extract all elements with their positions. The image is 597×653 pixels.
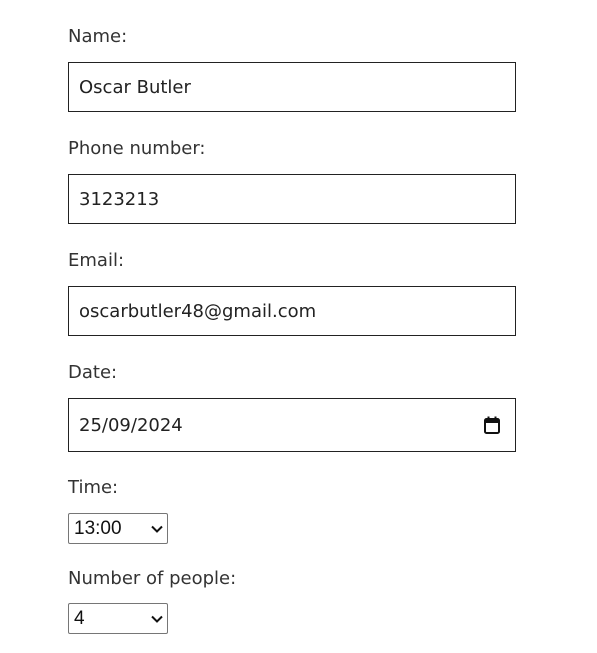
calendar-icon[interactable] (483, 415, 501, 435)
people-select[interactable]: 4 (68, 603, 168, 634)
name-input-value: Oscar Butler (79, 76, 191, 98)
time-label: Time: (68, 477, 119, 498)
date-label: Date: (68, 362, 118, 383)
time-select-value: 13:00 (74, 517, 122, 539)
time-select[interactable]: 13:00 (68, 513, 168, 544)
name-label: Name: (68, 26, 128, 47)
email-label: Email: (68, 250, 125, 271)
date-input[interactable]: 25/09/2024 (68, 398, 516, 452)
chevron-down-icon (151, 613, 163, 625)
name-input[interactable]: Oscar Butler (68, 62, 516, 112)
people-label: Number of people: (68, 568, 237, 589)
phone-input-value: 3123213 (79, 188, 160, 210)
phone-input[interactable]: 3123213 (68, 174, 516, 224)
phone-label: Phone number: (68, 138, 206, 159)
email-input-value: oscarbutler48@gmail.com (79, 300, 317, 322)
chevron-down-icon (151, 523, 163, 535)
date-input-value: 25/09/2024 (79, 414, 183, 436)
email-input[interactable]: oscarbutler48@gmail.com (68, 286, 516, 336)
people-select-value: 4 (74, 607, 85, 629)
